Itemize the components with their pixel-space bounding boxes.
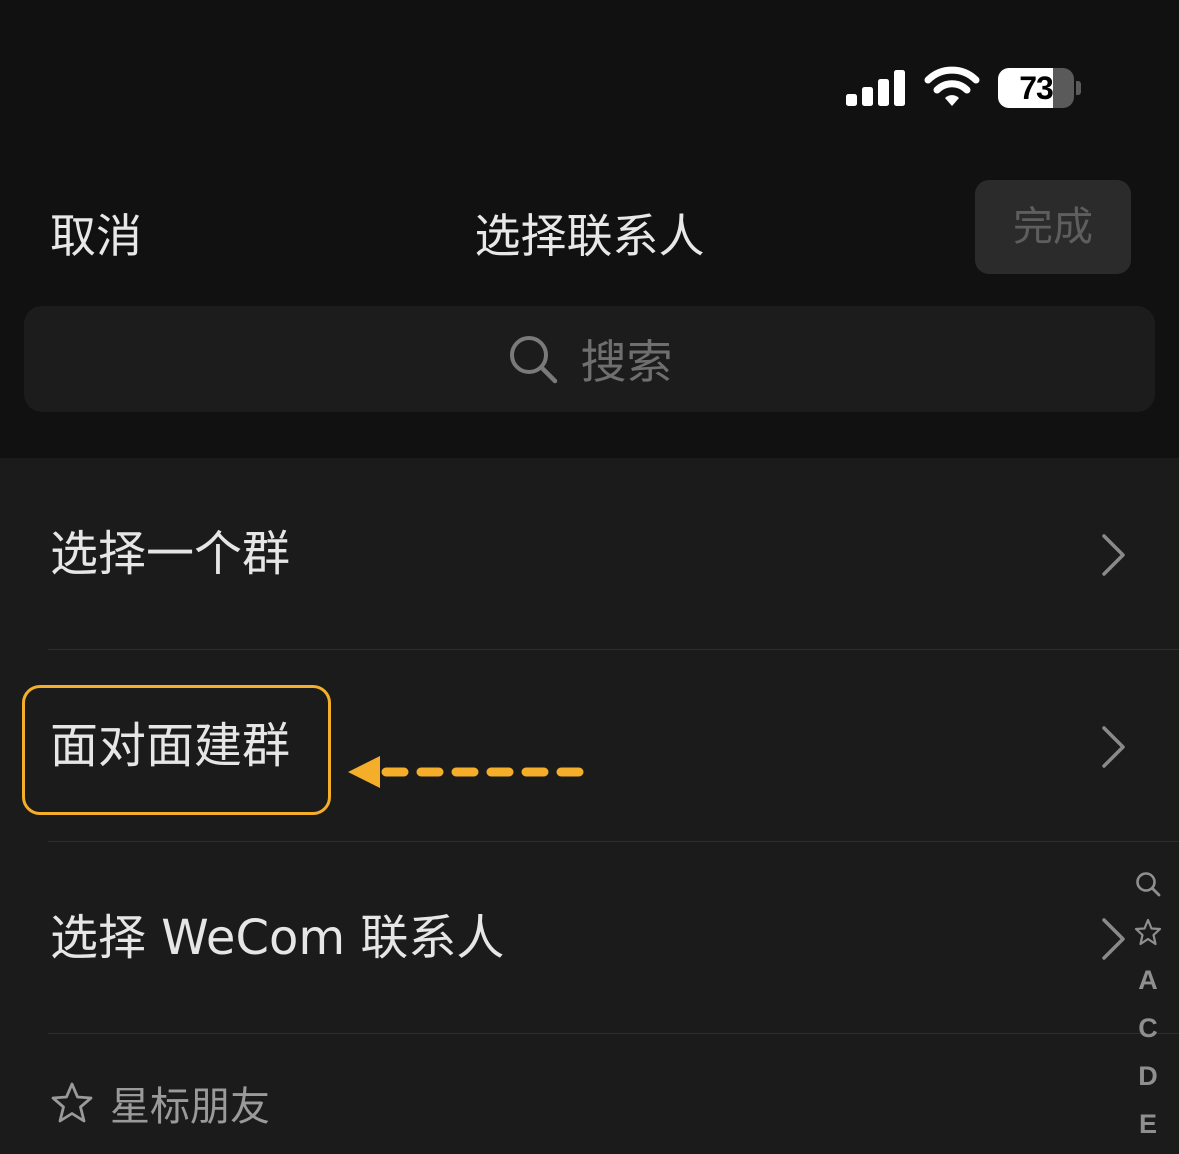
nav-bar: 选择联系人 取消 完成 bbox=[0, 170, 1179, 290]
starred-friends-header: 星标朋友 bbox=[50, 1076, 270, 1130]
select-group-row[interactable]: 选择一个群 bbox=[0, 458, 1179, 650]
search-icon bbox=[509, 336, 557, 384]
index-letter-e[interactable]: E bbox=[1128, 1100, 1168, 1148]
battery-level: 73 bbox=[1019, 70, 1054, 106]
select-wecom-contact-row[interactable]: 选择 WeCom 联系人 bbox=[0, 842, 1179, 1034]
chevron-right-icon bbox=[1102, 918, 1125, 960]
starred-friends-label: 星标朋友 bbox=[110, 1084, 270, 1130]
star-icon bbox=[51, 1082, 93, 1123]
index-search-icon[interactable] bbox=[1128, 860, 1168, 908]
signal-icon bbox=[846, 70, 905, 106]
index-star-icon[interactable] bbox=[1128, 908, 1168, 956]
index-letter-a[interactable]: A bbox=[1128, 956, 1168, 1004]
search-icon bbox=[1136, 872, 1161, 897]
star-icon bbox=[1134, 918, 1162, 946]
divider bbox=[48, 1033, 1179, 1034]
search-input[interactable]: 搜索 bbox=[24, 306, 1155, 412]
search-placeholder: 搜索 bbox=[580, 335, 673, 389]
list-item-label: 选择 WeCom 联系人 bbox=[50, 910, 505, 966]
cancel-button[interactable]: 取消 bbox=[50, 200, 142, 266]
highlight-box bbox=[22, 685, 331, 815]
battery-icon: 73 bbox=[998, 68, 1082, 108]
alphabet-index-bar[interactable]: A C D E bbox=[1128, 860, 1168, 1148]
chevron-right-icon bbox=[1102, 726, 1125, 768]
done-button[interactable]: 完成 bbox=[975, 180, 1131, 274]
chevron-right-icon bbox=[1102, 534, 1125, 576]
index-letter-c[interactable]: C bbox=[1128, 1004, 1168, 1052]
list-item-label: 选择一个群 bbox=[50, 526, 291, 582]
dashed-arrow-left-icon bbox=[348, 756, 601, 788]
status-bar: 73 bbox=[0, 0, 1179, 160]
wifi-icon bbox=[924, 66, 980, 106]
index-letter-d[interactable]: D bbox=[1128, 1052, 1168, 1100]
